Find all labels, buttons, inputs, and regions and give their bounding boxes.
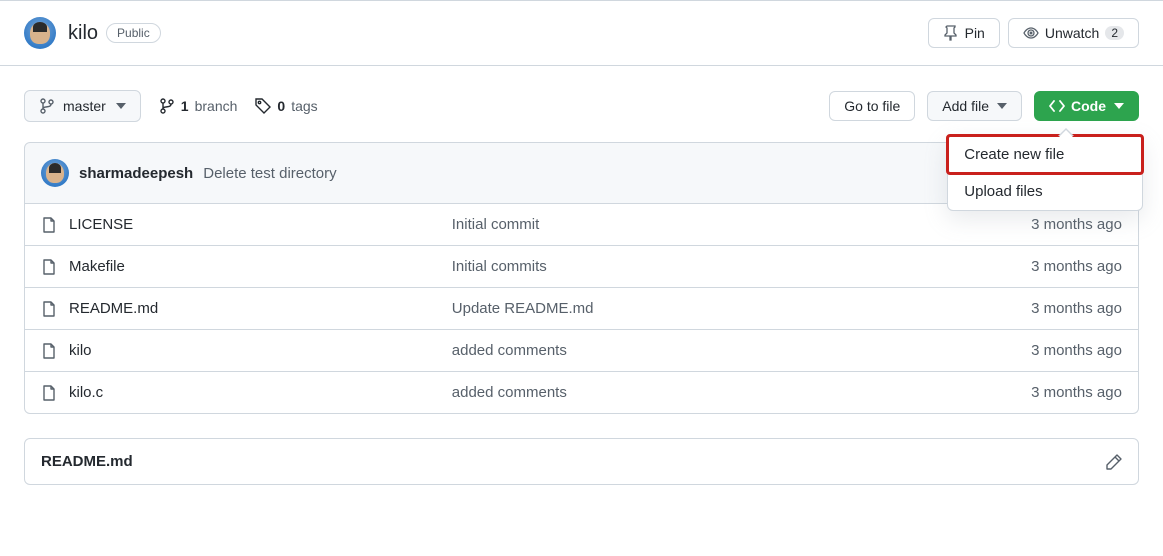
add-file-menu: Create new file Upload files xyxy=(947,135,1143,211)
file-link[interactable]: kilo.c xyxy=(69,384,103,401)
git-branch-icon xyxy=(39,98,55,114)
repo-head: kilo Public xyxy=(24,17,161,49)
menu-item-create-new-file[interactable]: Create new file xyxy=(948,136,1142,173)
watch-count: 2 xyxy=(1105,26,1124,40)
file-link[interactable]: kilo xyxy=(69,342,92,359)
file-name-cell: kilo.c xyxy=(41,384,452,401)
tags-word: tags xyxy=(291,98,317,114)
readme-filename[interactable]: README.md xyxy=(41,453,133,470)
nav-right: Go to file Add file Code Create new fil xyxy=(829,91,1139,121)
git-branch-icon xyxy=(159,98,175,114)
file-time: 3 months ago xyxy=(906,258,1122,275)
file-icon xyxy=(41,301,57,317)
avatar[interactable] xyxy=(24,17,56,49)
file-list: LICENSEInitial commit3 months agoMakefil… xyxy=(24,204,1139,414)
branch-name: master xyxy=(63,98,106,114)
branch-select[interactable]: master xyxy=(24,90,141,122)
commit-author[interactable]: sharmadeepesh xyxy=(79,165,193,182)
file-name-cell: README.md xyxy=(41,300,452,317)
commit-left: sharmadeepesh Delete test directory xyxy=(41,159,337,187)
eye-icon xyxy=(1023,25,1039,41)
file-time: 3 months ago xyxy=(906,342,1122,359)
file-time: 3 months ago xyxy=(906,300,1122,317)
file-icon xyxy=(41,343,57,359)
readme-box: README.md xyxy=(24,438,1139,485)
commit-link[interactable]: added comments xyxy=(452,384,567,401)
tag-icon xyxy=(255,98,271,114)
caret-down-icon xyxy=(116,103,126,109)
file-commit-msg: Initial commits xyxy=(452,258,906,275)
file-commit-msg: Initial commit xyxy=(452,216,906,233)
pencil-icon[interactable] xyxy=(1106,454,1122,470)
branches-word: branch xyxy=(195,98,238,114)
commit-link[interactable]: Initial commits xyxy=(452,258,547,275)
commit-message[interactable]: Delete test directory xyxy=(203,165,336,182)
add-file-button[interactable]: Add file xyxy=(927,91,1022,121)
file-nav: master 1 branch 0 tags xyxy=(24,66,1139,122)
branches-count: 1 xyxy=(181,98,189,114)
pin-icon xyxy=(943,25,959,41)
file-row: kilo.c added comments 3 months ago xyxy=(25,371,1138,413)
commit-link[interactable]: Initial commit xyxy=(452,216,540,233)
go-to-file-button[interactable]: Go to file xyxy=(829,91,915,121)
file-name-cell: LICENSE xyxy=(41,216,452,233)
visibility-badge: Public xyxy=(106,23,161,43)
caret-down-icon xyxy=(997,103,1007,109)
file-link[interactable]: README.md xyxy=(69,300,158,317)
file-commit-msg: added comments xyxy=(452,342,906,359)
repo-name[interactable]: kilo xyxy=(68,22,98,45)
file-icon xyxy=(41,217,57,233)
branches-link[interactable]: 1 branch xyxy=(159,98,238,114)
file-time: 3 months ago xyxy=(906,216,1122,233)
commit-link[interactable]: added comments xyxy=(452,342,567,359)
code-label: Code xyxy=(1071,98,1106,114)
avatar[interactable] xyxy=(41,159,69,187)
file-commit-msg: added comments xyxy=(452,384,906,401)
file-row: Makefile Initial commits 3 months ago xyxy=(25,245,1138,287)
file-name-cell: Makefile xyxy=(41,258,452,275)
commit-link[interactable]: Update README.md xyxy=(452,300,594,317)
file-row: README.md Update README.md 3 months ago xyxy=(25,287,1138,329)
add-file-label: Add file xyxy=(942,98,989,114)
tags-count: 0 xyxy=(277,98,285,114)
pin-label: Pin xyxy=(965,25,985,41)
tags-link[interactable]: 0 tags xyxy=(255,98,317,114)
code-button[interactable]: Code xyxy=(1034,91,1139,121)
nav-left: master 1 branch 0 tags xyxy=(24,90,318,122)
code-icon xyxy=(1049,98,1065,114)
repo-header: kilo Public Pin Unwatch 2 xyxy=(0,0,1163,66)
menu-item-upload-files[interactable]: Upload files xyxy=(948,173,1142,210)
pin-button[interactable]: Pin xyxy=(928,18,1000,48)
file-row: kilo added comments 3 months ago xyxy=(25,329,1138,371)
file-icon xyxy=(41,385,57,401)
file-link[interactable]: LICENSE xyxy=(69,216,133,233)
caret-down-icon xyxy=(1114,103,1124,109)
file-name-cell: kilo xyxy=(41,342,452,359)
top-actions: Pin Unwatch 2 xyxy=(928,18,1139,48)
file-icon xyxy=(41,259,57,275)
file-commit-msg: Update README.md xyxy=(452,300,906,317)
go-to-file-label: Go to file xyxy=(844,98,900,114)
unwatch-button[interactable]: Unwatch 2 xyxy=(1008,18,1139,48)
file-time: 3 months ago xyxy=(906,384,1122,401)
file-link[interactable]: Makefile xyxy=(69,258,125,275)
unwatch-label: Unwatch xyxy=(1045,25,1099,41)
